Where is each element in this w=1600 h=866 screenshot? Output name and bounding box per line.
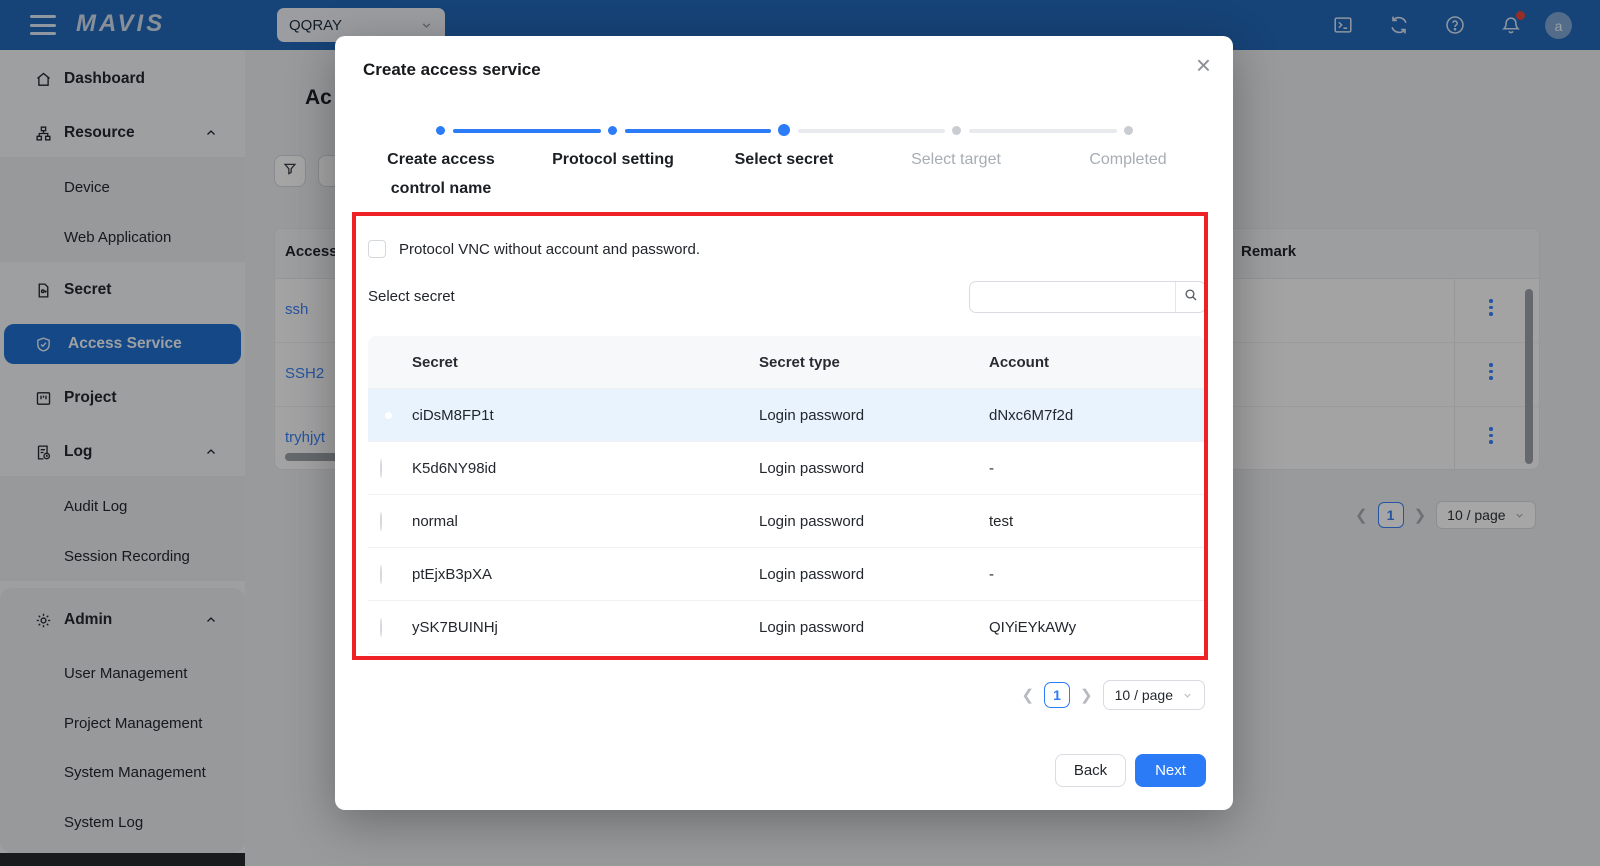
search-button[interactable] [1175,282,1205,312]
radio-unselected[interactable] [380,618,382,637]
modal-footer: Back Next [1055,754,1206,787]
step-connector [625,129,771,133]
secret-search [969,281,1206,313]
next-button[interactable]: Next [1135,754,1206,787]
radio-unselected[interactable] [380,512,382,531]
step-label-2[interactable]: Protocol setting [538,146,688,175]
step-connector [453,129,601,133]
vnc-checkbox-row: Protocol VNC without account and passwor… [368,240,700,258]
step-connector [798,129,945,133]
secrets-table: Secret Secret type Account ciDsM8FP1t Lo… [368,336,1205,654]
modal-title: Create access service [363,60,541,80]
search-icon [1183,287,1199,308]
step-dot-2 [608,126,617,135]
col-secret-type: Secret type [759,354,989,371]
radio-unselected[interactable] [380,459,382,478]
secret-row[interactable]: K5d6NY98id Login password - [368,441,1205,494]
page-number[interactable]: 1 [1044,682,1070,708]
page-size-select[interactable]: 10 / page [1103,680,1205,710]
step-dot-3 [778,124,790,136]
step-label-5[interactable]: Completed [1053,146,1203,175]
step-dot-1 [436,126,445,135]
secret-row[interactable]: ciDsM8FP1t Login password dNxc6M7f2d [368,388,1205,441]
step-dot-4 [952,126,961,135]
vnc-checkbox-label: Protocol VNC without account and passwor… [399,241,700,258]
prev-page-icon[interactable]: ❮ [1021,686,1034,704]
step-label-4[interactable]: Select target [881,146,1031,175]
step-label-1[interactable]: Create access control name [376,146,506,204]
step-connector [969,129,1117,133]
step-dot-5 [1124,126,1133,135]
search-input[interactable] [970,282,1175,312]
col-secret: Secret [412,354,759,371]
secrets-pagination: ❮ 1 ❯ 10 / page [335,680,1205,710]
back-button[interactable]: Back [1055,754,1126,787]
secrets-table-header: Secret Secret type Account [368,336,1205,388]
col-account: Account [989,354,1205,371]
chevron-down-icon [1182,690,1193,701]
secret-row[interactable]: ptEjxB3pXA Login password - [368,547,1205,600]
next-page-icon[interactable]: ❯ [1080,686,1093,704]
step-label-3[interactable]: Select secret [709,146,859,175]
close-icon[interactable]: × [1196,52,1211,78]
secret-row[interactable]: normal Login password test [368,494,1205,547]
app-screen: MAVIS QQRAY a [0,0,1600,866]
radio-unselected[interactable] [380,565,382,584]
secret-row[interactable]: ySK7BUINHj Login password QIYiEYkAWy [368,600,1205,653]
create-access-service-modal: Create access service × Create access co… [335,36,1233,810]
vnc-checkbox[interactable] [368,240,386,258]
select-secret-label: Select secret [368,288,455,305]
